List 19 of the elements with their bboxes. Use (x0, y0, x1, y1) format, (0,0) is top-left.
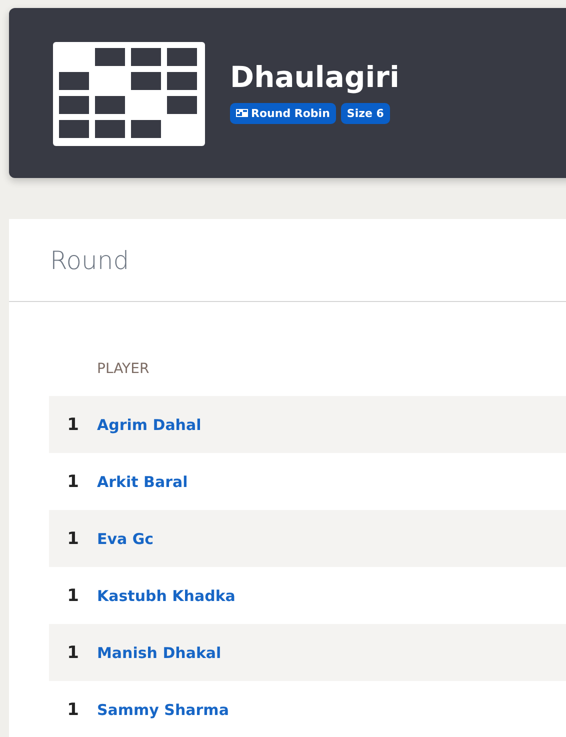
tag-badge: Round Robin (230, 102, 336, 124)
player-link[interactable]: Arkit Baral (97, 472, 188, 490)
player-link[interactable]: Sammy Sharma (97, 700, 229, 718)
rank-cell-text: 1 (66, 414, 80, 434)
rank-cell-text: 1 (66, 642, 80, 662)
panel-title: Round (50, 246, 130, 274)
tag-badge: Size 6 (340, 102, 390, 124)
rank-cell-text: 1 (66, 472, 80, 492)
tournament-title: Dhaulagiri (230, 58, 400, 94)
rank-cell-text: 1 (66, 700, 80, 720)
rank-cell-text: 1 (66, 528, 80, 548)
column-header: PLAYER (97, 361, 150, 377)
grid-logo-icon (53, 42, 205, 146)
grid-icon (236, 109, 248, 117)
player-link[interactable]: Eva Gc (97, 530, 154, 548)
rank-cell-text: 1 (66, 586, 80, 606)
player-link[interactable]: Manish Dhakal (97, 644, 222, 662)
player-link[interactable]: Agrim Dahal (97, 416, 202, 434)
player-link[interactable]: Kastubh Khadka (97, 586, 236, 604)
